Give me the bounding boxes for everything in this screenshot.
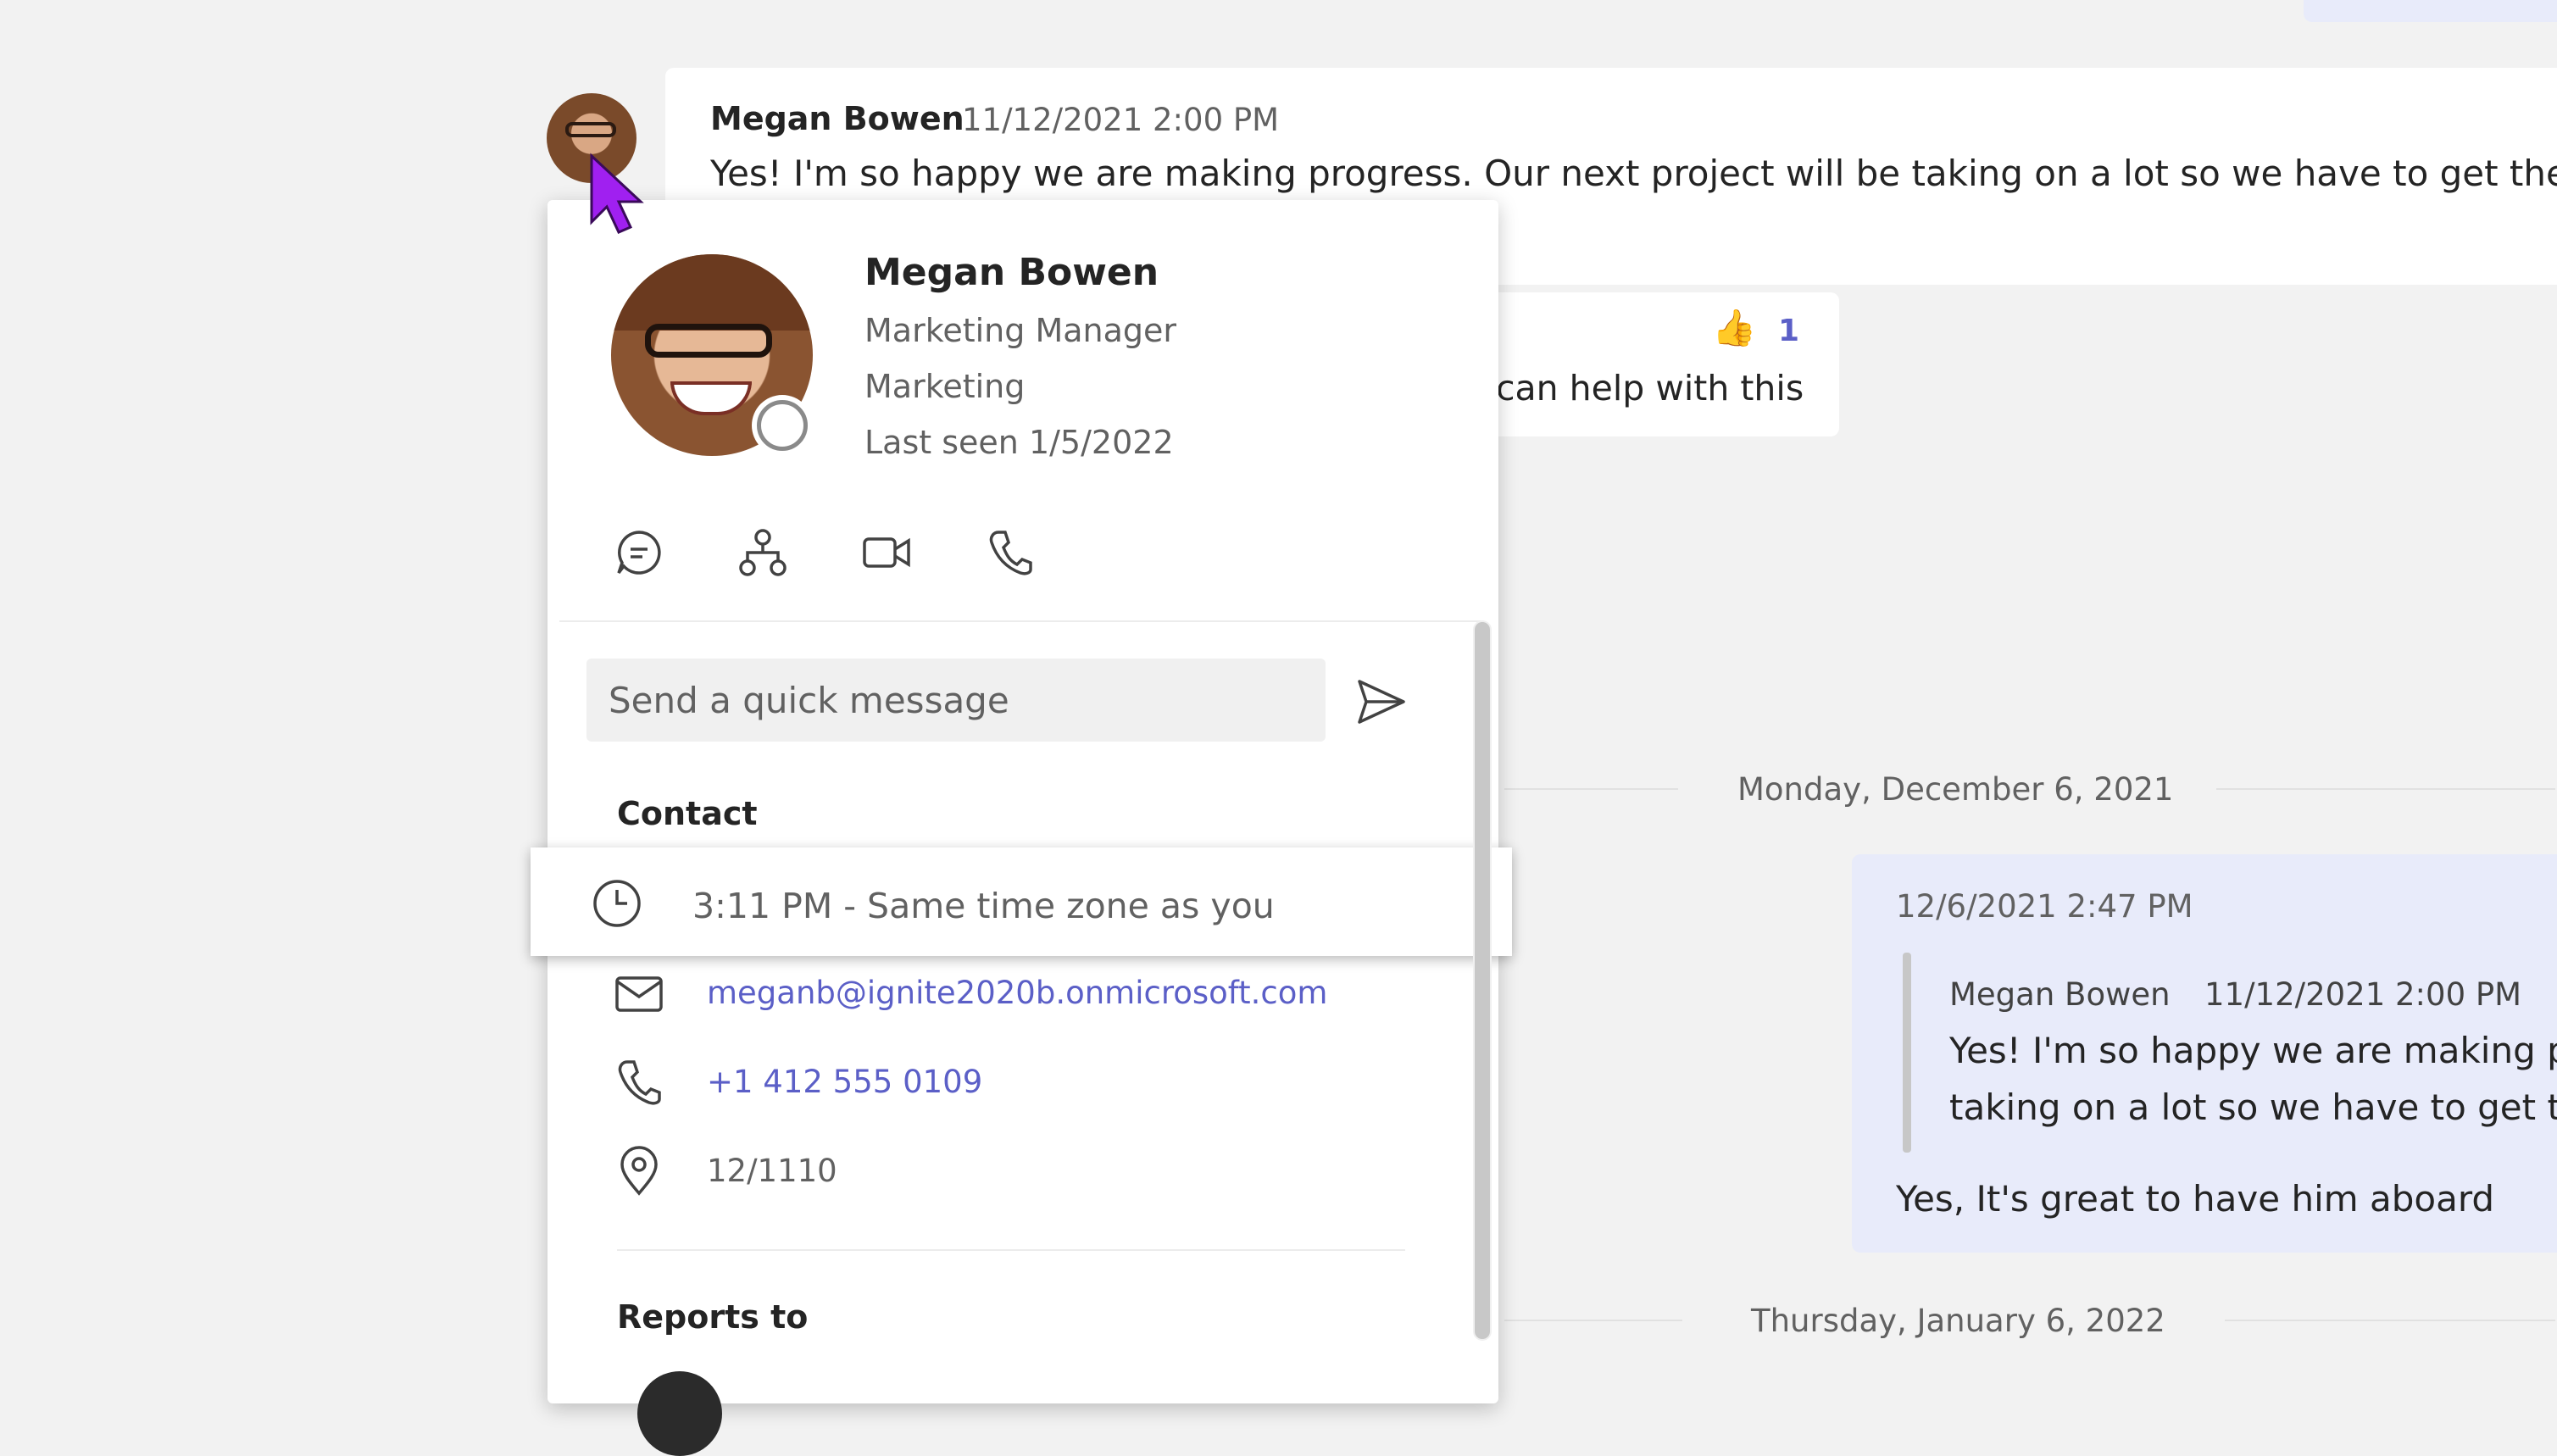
profile-last-seen: Last seen 1/5/2022 bbox=[864, 424, 1174, 461]
my-message-text: Yes, It's great to have him aboard bbox=[1896, 1178, 2495, 1220]
date-divider-line bbox=[2225, 1320, 2555, 1321]
date-divider-line bbox=[1504, 1320, 1682, 1321]
quoted-text-line: taking on a lot so we have to get th bbox=[1949, 1086, 2557, 1128]
email-link[interactable]: meganb@ignite2020b.onmicrosoft.com bbox=[707, 975, 1327, 1011]
local-time-text: 3:11 PM - Same time zone as you bbox=[692, 886, 1275, 926]
profile-name: Megan Bowen bbox=[864, 251, 1159, 294]
presence-status-icon bbox=[757, 400, 808, 451]
reports-to-heading: Reports to bbox=[617, 1298, 809, 1336]
send-icon[interactable] bbox=[1354, 675, 1409, 729]
quote-bar bbox=[1903, 953, 1911, 1153]
message-sender: Megan Bowen bbox=[710, 100, 964, 137]
quoted-timestamp: 11/12/2021 2:00 PM bbox=[2204, 976, 2522, 1013]
message-body: Yes! I'm so happy we are making progress… bbox=[710, 153, 2557, 194]
message-timestamp: 11/12/2021 2:00 PM bbox=[962, 102, 1280, 138]
phone-link[interactable]: +1 412 555 0109 bbox=[707, 1064, 982, 1100]
date-divider-line bbox=[2216, 788, 2555, 790]
phone-icon bbox=[612, 1055, 666, 1109]
clock-icon bbox=[590, 876, 644, 931]
profile-department: Marketing bbox=[864, 368, 1026, 405]
reaction-count: 1 bbox=[1778, 314, 1800, 348]
card-scrollbar-thumb[interactable] bbox=[1475, 622, 1490, 1339]
quick-message-input[interactable] bbox=[586, 659, 1326, 742]
date-divider: Thursday, January 6, 2022 bbox=[1751, 1303, 2165, 1339]
profile-job-title: Marketing Manager bbox=[864, 312, 1177, 349]
card-separator bbox=[559, 620, 1483, 622]
location-icon bbox=[612, 1144, 666, 1198]
previous-message-bubble bbox=[2304, 0, 2557, 22]
date-divider-line bbox=[1504, 788, 1678, 790]
video-call-icon[interactable] bbox=[859, 525, 914, 580]
thumbs-up-reaction-icon[interactable]: 👍 bbox=[1712, 307, 1756, 349]
my-message-timestamp: 12/6/2021 2:47 PM bbox=[1896, 888, 2193, 925]
card-separator bbox=[617, 1249, 1405, 1251]
reply-message-text: can help with this bbox=[1496, 368, 1804, 408]
org-chart-icon[interactable] bbox=[736, 525, 790, 580]
date-divider: Monday, December 6, 2021 bbox=[1737, 771, 2174, 808]
chat-icon[interactable] bbox=[612, 525, 666, 580]
mail-icon bbox=[612, 966, 666, 1020]
quoted-sender: Megan Bowen bbox=[1949, 976, 2171, 1013]
quoted-text-line: Yes! I'm so happy we are making pr bbox=[1949, 1030, 2557, 1071]
phone-call-icon[interactable] bbox=[983, 525, 1037, 580]
office-location: 12/1110 bbox=[707, 1153, 837, 1189]
manager-avatar[interactable] bbox=[637, 1371, 722, 1456]
contact-heading: Contact bbox=[617, 795, 758, 832]
mouse-cursor-icon bbox=[586, 153, 654, 237]
